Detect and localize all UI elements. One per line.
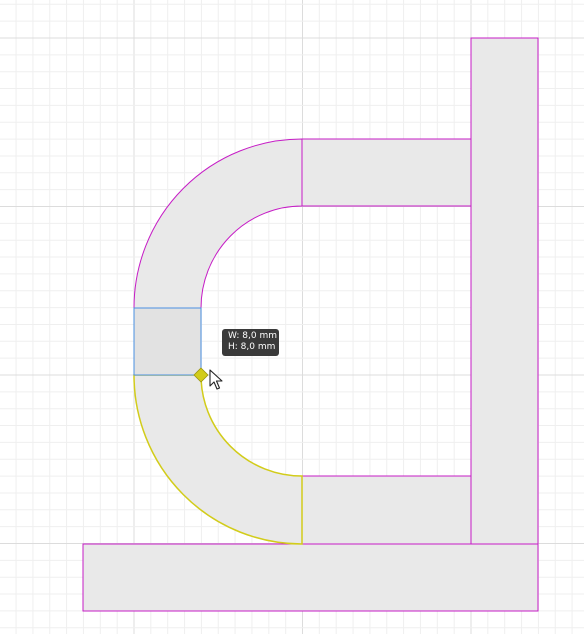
lower-straight-segment[interactable] <box>301 475 472 545</box>
tooltip-height-label: H: 8,0 mm <box>228 342 276 352</box>
dimension-tooltip: W: 8,0 mm H: 8,0 mm <box>222 329 279 356</box>
bottom-base-bar[interactable] <box>82 543 539 612</box>
upper-straight-segment[interactable] <box>301 138 472 207</box>
design-canvas-area[interactable]: W: 8,0 mm H: 8,0 mm <box>0 0 584 634</box>
design-canvas[interactable] <box>0 0 584 634</box>
mouse-pointer-icon <box>209 369 223 390</box>
tooltip-width-label: W: 8,0 mm <box>228 331 277 341</box>
resized-square[interactable] <box>133 307 202 376</box>
right-vertical-bar[interactable] <box>470 37 539 545</box>
